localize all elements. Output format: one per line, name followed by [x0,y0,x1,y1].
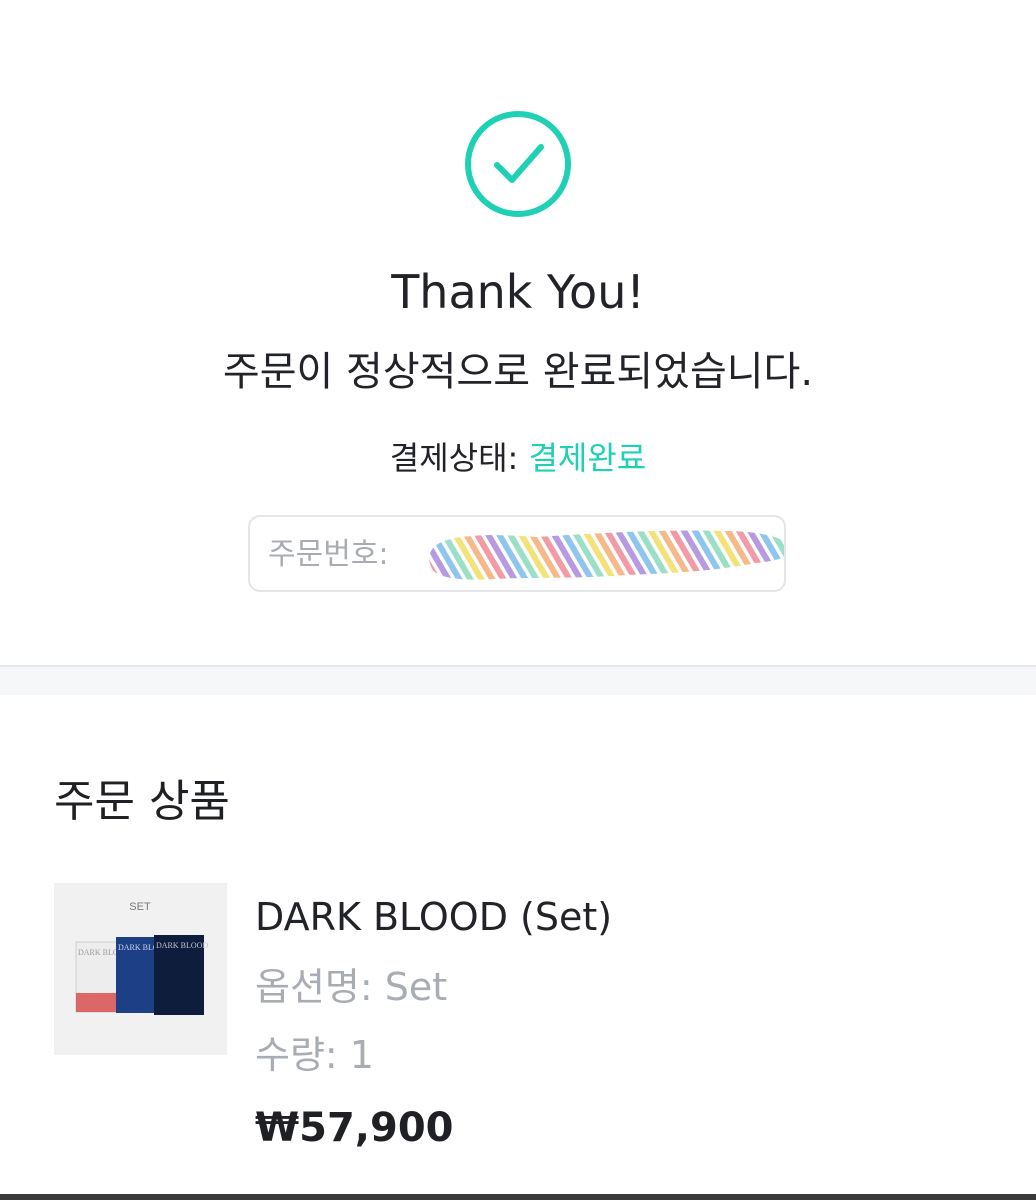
product-thumbnail[interactable]: SET DARK BLOOD DARK BLOOD DARK BLOOD [54,883,227,1055]
product-quantity: 수량: 1 [255,1033,374,1077]
order-number-label: 주문번호: [268,537,389,572]
product-option: 옵션명: Set [255,965,448,1009]
payment-status-value: 결제완료 [528,439,647,477]
payment-status-label: 결제상태: [389,439,529,477]
order-number-box: 주문번호: [248,515,786,592]
section-divider [0,665,1036,695]
thumb-set-label: SET [129,901,151,913]
check-circle-icon [465,111,571,217]
thank-you-title: Thank You! [391,265,645,319]
payment-status: 결제상태: 결제완료 [0,434,1036,482]
redaction-scribble [429,530,784,580]
cover-text-3: DARK BLOOD [156,941,208,950]
bottom-edge [0,1194,1036,1200]
order-complete-message: 주문이 정상적으로 완료되었습니다. [222,349,814,395]
product-price: ₩57,900 [255,1105,454,1151]
order-products-title: 주문 상품 [54,776,230,827]
product-name[interactable]: DARK BLOOD (Set) [255,892,612,942]
